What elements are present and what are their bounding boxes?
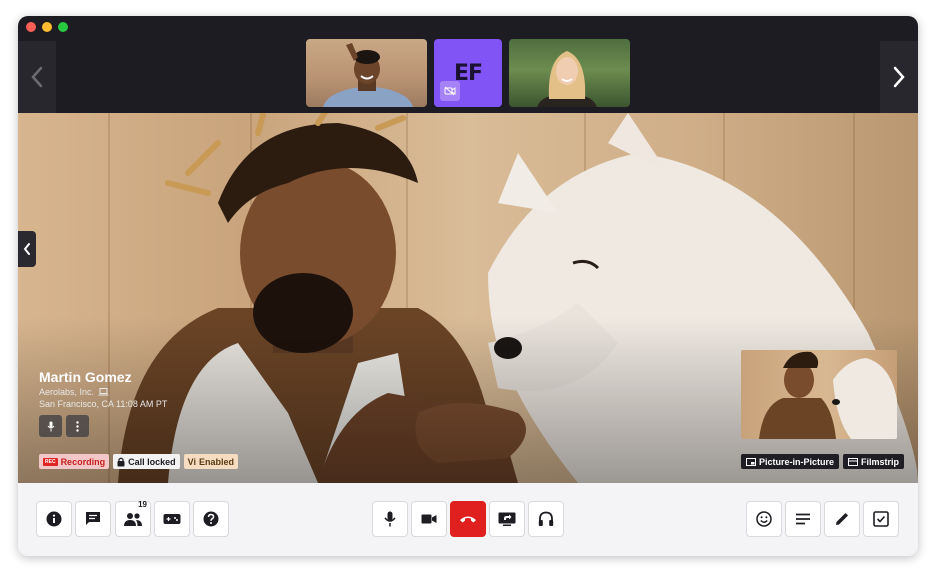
filmstrip-icon bbox=[848, 457, 859, 466]
picture-in-picture-label: Picture-in-Picture bbox=[759, 456, 835, 467]
filmstrip-label: Filmstrip bbox=[861, 456, 900, 467]
window-controls bbox=[26, 22, 68, 32]
stage-prev-button[interactable] bbox=[18, 231, 36, 267]
pen-icon bbox=[836, 513, 848, 525]
filmstrip-prev-button[interactable] bbox=[18, 41, 56, 113]
emoji-icon bbox=[756, 511, 772, 527]
speaker-more-button[interactable] bbox=[66, 415, 89, 437]
participants-button[interactable]: 19 bbox=[115, 500, 151, 537]
share-screen-icon bbox=[498, 512, 516, 526]
chevron-left-icon bbox=[31, 66, 43, 88]
participant-video bbox=[537, 51, 597, 107]
games-button[interactable] bbox=[154, 501, 190, 537]
filmstrip-next-button[interactable] bbox=[880, 41, 918, 113]
speaker-location: San Francisco, CA 11:08 AM PT bbox=[39, 399, 168, 409]
info-button[interactable] bbox=[36, 501, 72, 537]
filmstrip-button[interactable]: Filmstrip bbox=[843, 454, 905, 469]
tasks-button[interactable] bbox=[863, 501, 899, 537]
call-window: EF Martin Gomez Aerolabs, Inc. San Franc… bbox=[18, 16, 918, 556]
main-video-stage: Martin Gomez Aerolabs, Inc. San Francisc… bbox=[18, 113, 918, 483]
call-controls-bar: 19 bbox=[18, 483, 918, 556]
chevron-right-icon bbox=[893, 66, 905, 88]
headset-icon bbox=[538, 511, 554, 526]
vi-tag: Vi bbox=[187, 456, 196, 467]
speaker-actions bbox=[39, 415, 89, 437]
microphone-icon bbox=[47, 421, 54, 431]
speaker-organization: Aerolabs, Inc. bbox=[39, 387, 109, 397]
vi-enabled-badge: Vi Enabled bbox=[183, 454, 238, 469]
participants-icon bbox=[124, 513, 142, 526]
speaker-org-label: Aerolabs, Inc. bbox=[39, 387, 95, 397]
chat-button[interactable] bbox=[75, 501, 111, 537]
checklist-icon bbox=[873, 511, 889, 527]
speaker-name: Martin Gomez bbox=[39, 369, 132, 385]
picture-in-picture-icon bbox=[746, 457, 756, 466]
info-icon bbox=[46, 511, 62, 527]
participant-video bbox=[323, 43, 413, 107]
picture-in-picture-button[interactable]: Picture-in-Picture bbox=[741, 454, 840, 469]
end-call-button[interactable] bbox=[450, 501, 486, 537]
chevron-left-icon bbox=[23, 243, 30, 255]
participant-thumbnails: EF bbox=[306, 39, 630, 107]
notes-icon bbox=[796, 513, 810, 525]
camera-icon bbox=[421, 514, 437, 524]
lock-icon bbox=[117, 457, 125, 466]
reactions-button[interactable] bbox=[746, 501, 782, 537]
audio-settings-button[interactable] bbox=[528, 501, 564, 537]
participant-filmstrip-bar: EF bbox=[18, 16, 918, 113]
participants-count: 19 bbox=[138, 500, 147, 509]
call-status-badges: REC Recording Call locked Vi Enabled bbox=[39, 454, 238, 469]
recording-label: Recording bbox=[60, 456, 106, 467]
vi-enabled-label: Enabled bbox=[198, 456, 234, 467]
participant-thumbnail[interactable] bbox=[306, 39, 427, 107]
more-vertical-icon bbox=[76, 420, 79, 432]
chat-icon bbox=[86, 512, 100, 525]
help-button[interactable] bbox=[193, 501, 229, 537]
microphone-icon bbox=[384, 511, 396, 527]
self-view-video bbox=[759, 351, 897, 439]
call-locked-badge: Call locked bbox=[113, 454, 180, 469]
view-mode-controls: Picture-in-Picture Filmstrip bbox=[741, 454, 905, 469]
maximize-window-button[interactable] bbox=[58, 22, 68, 32]
share-screen-button[interactable] bbox=[489, 501, 525, 537]
microphone-button[interactable] bbox=[372, 501, 408, 537]
minimize-window-button[interactable] bbox=[42, 22, 52, 32]
camera-button[interactable] bbox=[411, 501, 447, 537]
recording-badge: REC Recording bbox=[39, 454, 110, 469]
picture-in-picture-video[interactable] bbox=[741, 350, 897, 439]
participant-initials-tile[interactable]: EF bbox=[434, 39, 502, 107]
camera-off-icon bbox=[440, 81, 460, 101]
end-call-icon bbox=[460, 516, 476, 523]
games-icon bbox=[163, 514, 181, 524]
speaker-mic-button[interactable] bbox=[39, 415, 62, 437]
call-locked-label: Call locked bbox=[128, 456, 176, 467]
notes-button[interactable] bbox=[785, 501, 821, 537]
help-icon bbox=[203, 511, 219, 527]
recording-tag: REC bbox=[43, 457, 58, 466]
participant-thumbnail[interactable] bbox=[509, 39, 630, 107]
laptop-icon bbox=[98, 388, 109, 396]
annotate-button[interactable] bbox=[824, 501, 860, 537]
close-window-button[interactable] bbox=[26, 22, 36, 32]
